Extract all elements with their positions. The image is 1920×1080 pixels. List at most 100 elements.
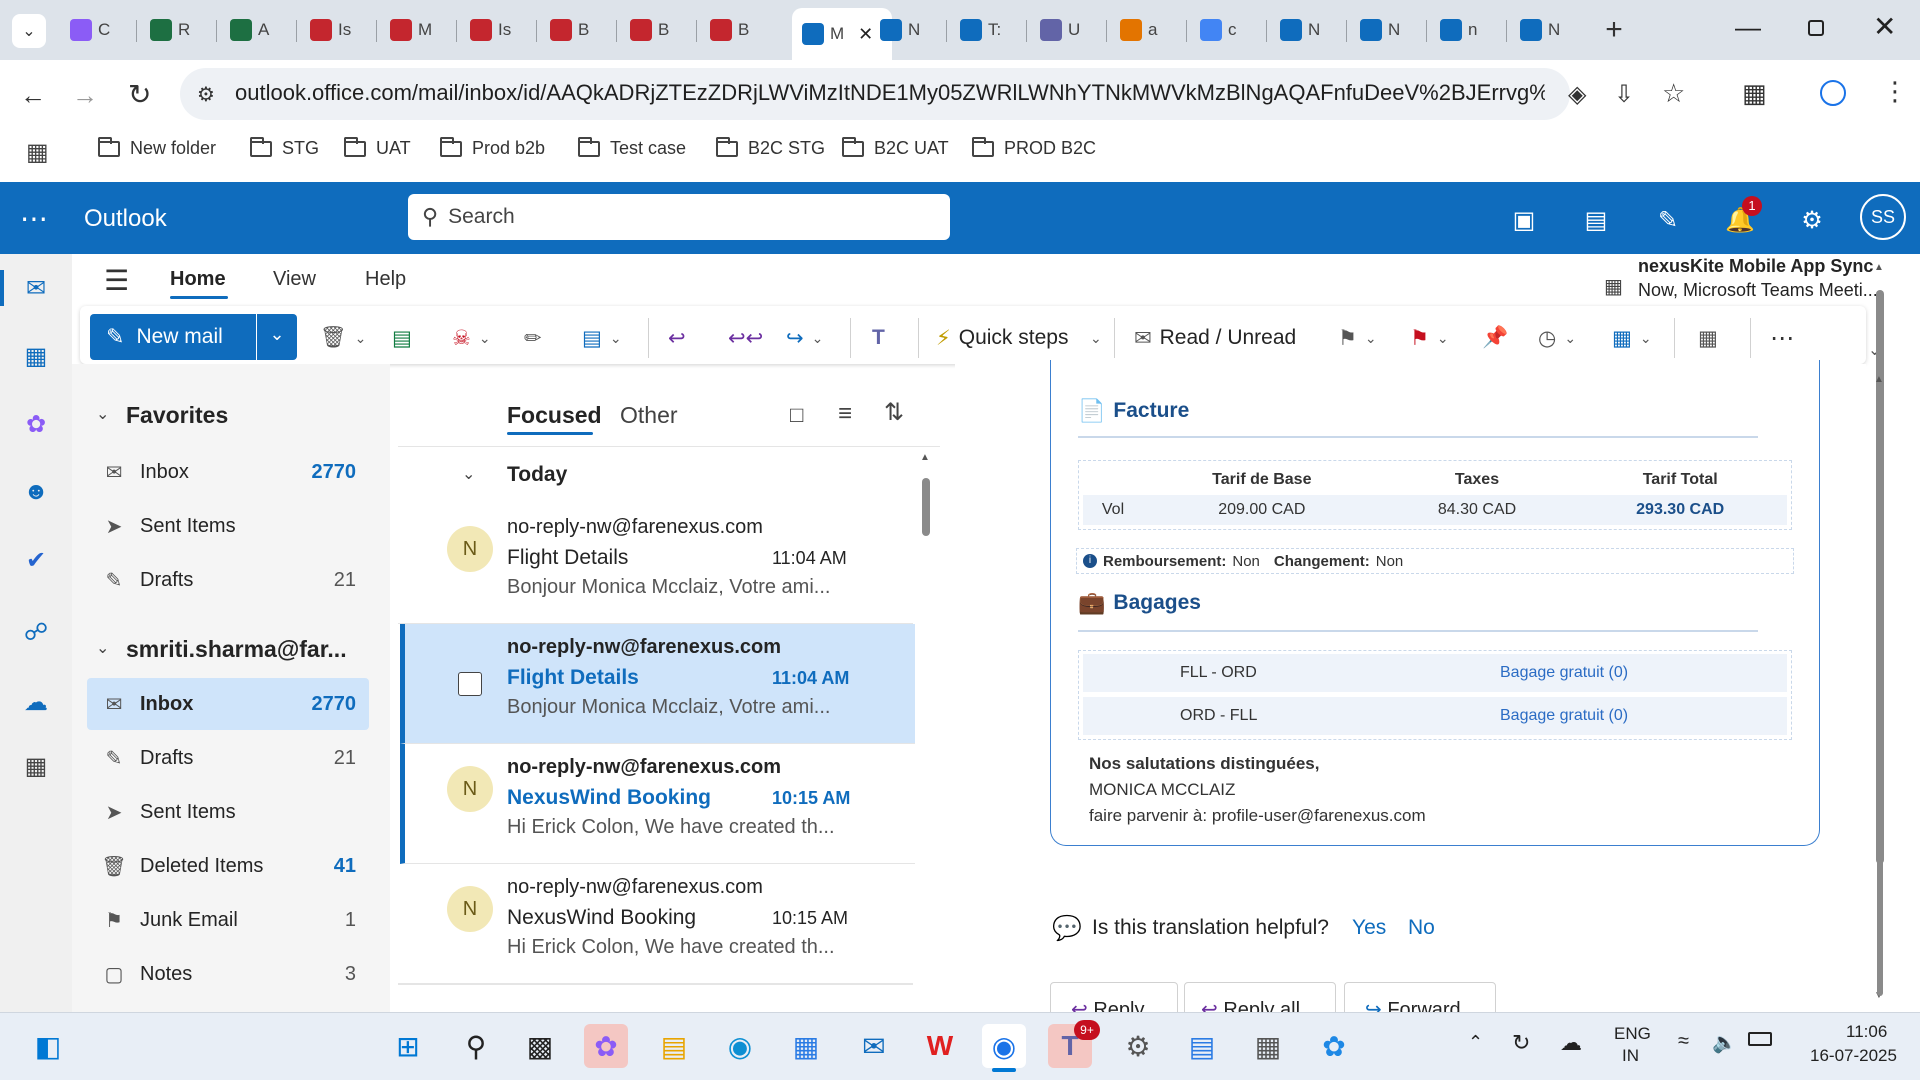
- browser-tab[interactable]: B: [620, 10, 692, 50]
- org-explorer-icon[interactable]: ☍: [20, 616, 52, 648]
- browser-tab[interactable]: a: [1110, 10, 1182, 50]
- pane-scroll-up-icon[interactable]: ▲: [1874, 374, 1884, 385]
- clock-date[interactable]: 16-07-2025: [1810, 1046, 1897, 1066]
- folder-item-drafts[interactable]: ✎ Drafts 21: [100, 554, 370, 606]
- tab-view[interactable]: View: [273, 268, 316, 291]
- reply-all-button[interactable]: ↩↩: [728, 318, 763, 358]
- flag-button[interactable]: ⚑ ⌄: [1410, 318, 1449, 358]
- url-text[interactable]: outlook.office.com/mail/inbox/id/AAQkADR…: [235, 80, 1545, 106]
- group-today-label[interactable]: Today: [507, 463, 567, 487]
- wps-icon[interactable]: W: [918, 1024, 962, 1068]
- folder-item-notes[interactable]: ▢ Notes 3: [100, 948, 370, 1000]
- bookmark-item[interactable]: Prod b2b: [440, 136, 545, 159]
- filter-icon[interactable]: ≡: [838, 400, 852, 428]
- bookmark-item[interactable]: B2C STG: [716, 136, 825, 159]
- onenote-icon[interactable]: ▤: [1576, 200, 1616, 240]
- browser-tab[interactable]: N: [1270, 10, 1342, 50]
- avatar[interactable]: SS: [1860, 194, 1906, 240]
- settings-taskbar-icon[interactable]: ⚙: [1116, 1024, 1160, 1068]
- calendar-icon[interactable]: ▦: [20, 340, 52, 372]
- reminder-subtitle[interactable]: Now, Microsoft Teams Meeti...: [1638, 280, 1878, 301]
- sort-icon[interactable]: ⇅: [884, 398, 904, 427]
- browser-tab[interactable]: N: [1510, 10, 1582, 50]
- sweep-button[interactable]: ✏: [524, 318, 542, 358]
- new-tab-button[interactable]: +: [1598, 14, 1630, 46]
- search-icon[interactable]: ⚲: [454, 1024, 498, 1068]
- tab-focused[interactable]: Focused: [507, 402, 602, 429]
- translation-no-link[interactable]: No: [1408, 916, 1435, 940]
- rules-button[interactable]: ▦ ⌄: [1612, 318, 1652, 358]
- tab-other[interactable]: Other: [620, 402, 678, 429]
- install-app-icon[interactable]: ⇩: [1614, 80, 1634, 109]
- cloud-off-icon[interactable]: ☁: [1560, 1030, 1582, 1056]
- site-info-icon[interactable]: ⚙: [197, 82, 215, 107]
- new-mail-button[interactable]: ✎ New mail: [90, 314, 256, 360]
- delete-button[interactable]: 🗑 ⌄: [320, 318, 366, 358]
- bookmark-item[interactable]: B2C UAT: [842, 136, 949, 159]
- tab-home[interactable]: Home: [170, 268, 226, 291]
- forward-button[interactable]: ↪ ⌄: [786, 318, 823, 358]
- people-icon[interactable]: ☻: [20, 476, 52, 508]
- browser-tab[interactable]: Is: [460, 10, 532, 50]
- more-options-button[interactable]: ⋯: [1770, 318, 1794, 358]
- report-button[interactable]: ☠ ⌄: [452, 318, 491, 358]
- tab-search-button[interactable]: ⌄: [12, 14, 46, 48]
- extensions-puzzle-icon[interactable]: ▦: [1742, 78, 1767, 109]
- back-icon[interactable]: ←: [20, 80, 46, 111]
- folder-item-drafts[interactable]: ✎ Drafts 21: [100, 732, 370, 784]
- favorites-header[interactable]: Favorites: [126, 402, 228, 429]
- copilot-icon[interactable]: ✿: [20, 408, 52, 440]
- next-group-header[interactable]: [398, 984, 913, 1012]
- quick-steps-dropdown[interactable]: ⌄: [1090, 318, 1102, 358]
- paint-icon[interactable]: ✿: [1312, 1024, 1356, 1068]
- account-header[interactable]: smriti.sharma@far...: [126, 636, 347, 663]
- folder-item-deleted-items[interactable]: 🗑 Deleted Items 41: [100, 840, 370, 892]
- browser-menu-icon[interactable]: ⋮: [1882, 76, 1908, 107]
- folder-item-sent-items[interactable]: ➤ Sent Items: [100, 786, 370, 838]
- app-title[interactable]: Outlook: [84, 205, 167, 233]
- group-collapse-icon[interactable]: ⌄: [462, 464, 475, 484]
- account-collapse-icon[interactable]: ⌄: [96, 638, 109, 658]
- input-lang[interactable]: ENG: [1614, 1024, 1651, 1044]
- extension-icon[interactable]: ◈: [1568, 80, 1586, 109]
- apps-button[interactable]: ▦: [1698, 318, 1718, 358]
- quick-steps-button[interactable]: ⚡ Quick steps: [936, 318, 1068, 358]
- edge-icon[interactable]: ◉: [718, 1024, 762, 1068]
- chrome-icon[interactable]: ◉: [982, 1024, 1026, 1068]
- hamburger-icon[interactable]: ☰: [104, 264, 129, 297]
- my-day-icon[interactable]: ✎: [1648, 200, 1688, 240]
- app-launcher-icon[interactable]: ⋯: [20, 202, 48, 235]
- clock-time[interactable]: 11:06: [1846, 1022, 1887, 1042]
- search-input[interactable]: ⚲ Search: [408, 194, 950, 240]
- file-explorer-icon[interactable]: ▤: [652, 1024, 696, 1068]
- profile-icon[interactable]: [1820, 80, 1846, 106]
- bookmark-item[interactable]: UAT: [344, 136, 411, 159]
- browser-tab[interactable]: B: [700, 10, 772, 50]
- snooze-button[interactable]: ◷ ⌄: [1538, 318, 1576, 358]
- folder-item-sent-items[interactable]: ➤ Sent Items: [100, 500, 370, 552]
- start-icon[interactable]: ⊞: [386, 1024, 430, 1068]
- todo-icon[interactable]: ✔: [20, 544, 52, 576]
- reload-icon[interactable]: ↻: [128, 78, 151, 111]
- bookmark-star-icon[interactable]: ☆: [1662, 78, 1685, 109]
- new-mail-dropdown[interactable]: ⌄: [257, 314, 297, 360]
- scroll-up-icon[interactable]: ▲: [920, 452, 930, 463]
- meet-now-icon[interactable]: ▣: [1504, 200, 1544, 240]
- browser-tab[interactable]: N: [870, 10, 942, 50]
- browser-tab[interactable]: n: [1430, 10, 1502, 50]
- browser-tab[interactable]: c: [1190, 10, 1262, 50]
- folder-item-junk-email[interactable]: ⚑ Junk Email 1: [100, 894, 370, 946]
- categorize-button[interactable]: ⚑ ⌄: [1338, 318, 1377, 358]
- bookmark-item[interactable]: Test case: [578, 136, 686, 159]
- browser-tab[interactable]: T:: [950, 10, 1022, 50]
- move-button[interactable]: ▤ ⌄: [582, 318, 622, 358]
- browser-tab[interactable]: U: [1030, 10, 1102, 50]
- close-window-button[interactable]: ✕: [1873, 10, 1896, 43]
- list-scrollbar[interactable]: [922, 478, 930, 536]
- browser-tab[interactable]: C: [60, 10, 132, 50]
- browser-tab[interactable]: M: [380, 10, 452, 50]
- browser-tab[interactable]: A: [220, 10, 292, 50]
- reply-button[interactable]: ↩: [668, 318, 686, 358]
- wifi-icon[interactable]: ≈: [1678, 1030, 1689, 1053]
- translation-yes-link[interactable]: Yes: [1352, 916, 1386, 940]
